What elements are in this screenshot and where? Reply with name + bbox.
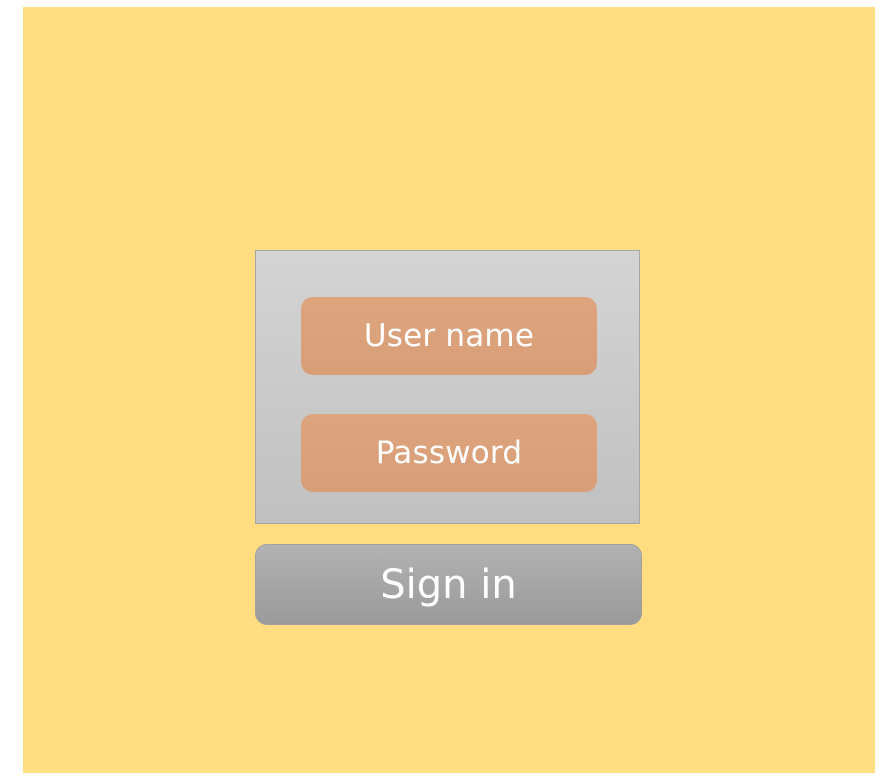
username-placeholder: User name (363, 318, 535, 354)
password-placeholder: Password (375, 435, 523, 471)
sign-in-button[interactable]: Sign in (255, 544, 642, 625)
password-field[interactable]: Password (301, 414, 597, 492)
username-field[interactable]: User name (301, 297, 597, 375)
sign-in-label: Sign in (380, 561, 517, 608)
